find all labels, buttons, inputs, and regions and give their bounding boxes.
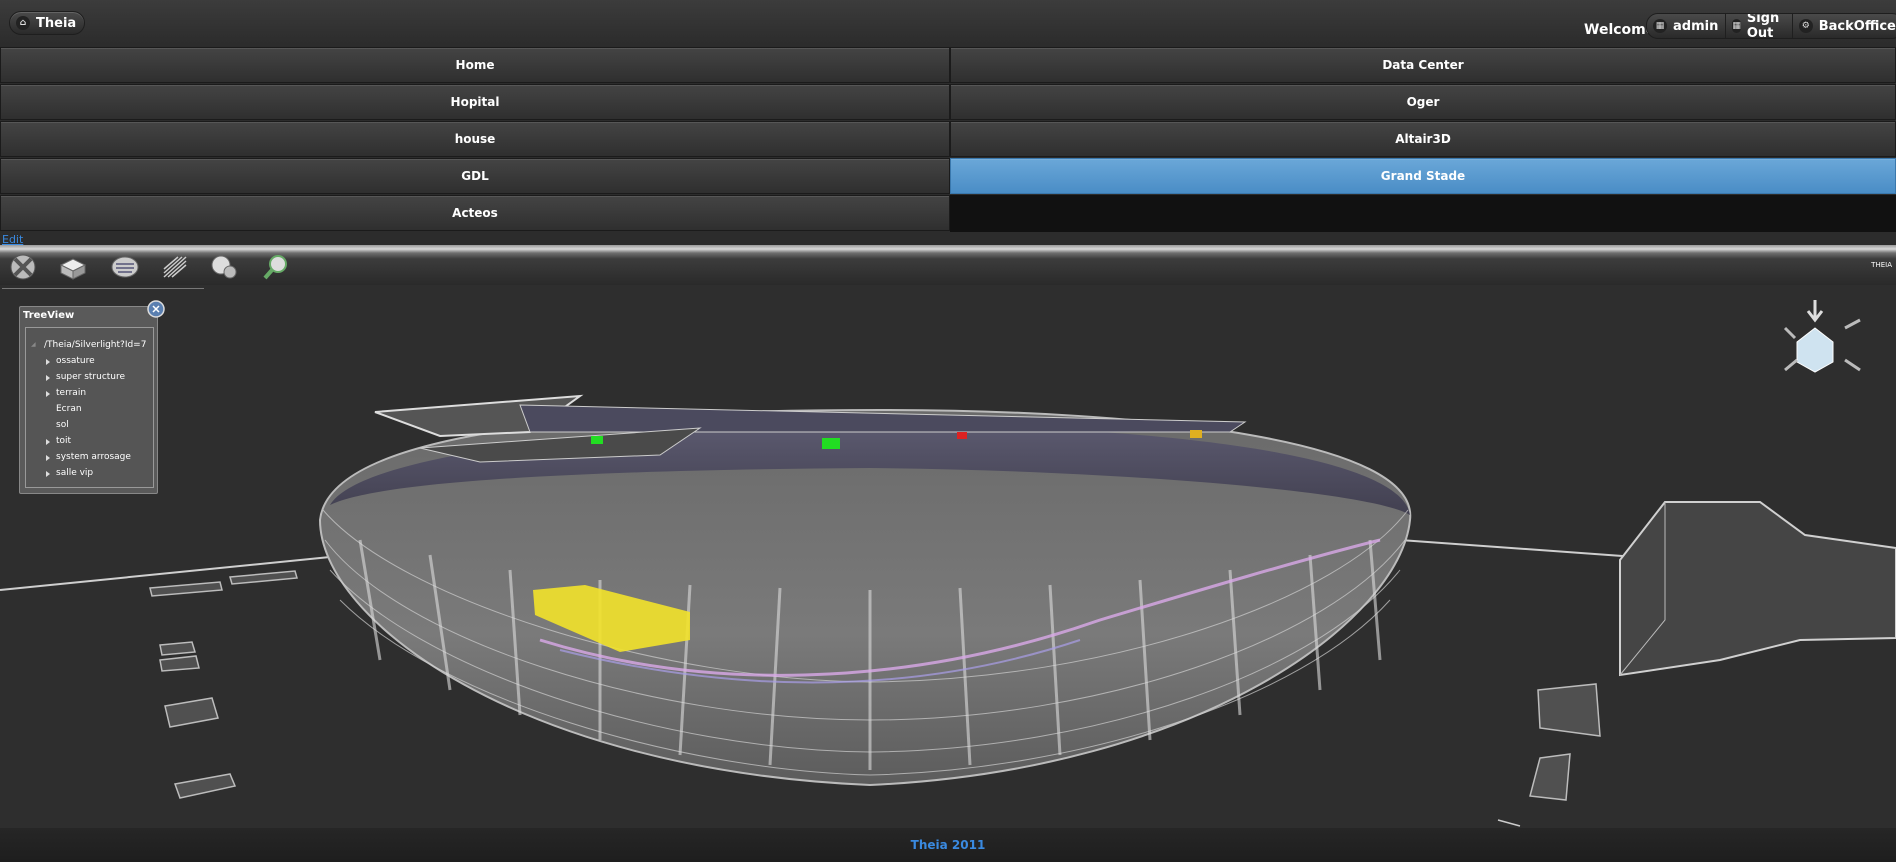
backoffice-button[interactable]: ⚙ BackOffice [1793,14,1896,38]
tree-item-sol[interactable]: sol [56,420,69,430]
tree-root[interactable]: /Theia/Silverlight?Id=7 [44,340,146,350]
tree-item-toit[interactable]: toit [56,436,71,446]
close-icon[interactable] [147,300,165,318]
treeview-panel: TreeView ◢ /Theia/Silverlight?Id=7 ossat… [19,306,158,494]
grid-icon: ▦ [1653,19,1667,33]
tree-item-terrain[interactable]: terrain [56,388,86,398]
navigation-cube-icon [1783,300,1861,373]
toolbar-right-label: THEIA [1871,261,1892,269]
home-button[interactable]: ⌂ Theia [9,11,86,35]
expand-icon[interactable] [46,455,50,461]
globe-icon[interactable] [209,253,239,281]
cube-icon[interactable] [57,253,87,281]
viewer-toolbar: THEIA [0,245,1896,285]
tree-item-ecran[interactable]: Ecran [56,404,82,414]
expand-icon[interactable] [46,471,50,477]
tree-item-super-structure[interactable]: super structure [56,372,125,382]
nav-item-altair3d[interactable]: Altair3D [950,121,1896,157]
expand-icon[interactable] [46,375,50,381]
nav-item-home[interactable]: Home [0,47,950,83]
signout-label: Sign Out [1746,13,1780,39]
user-label: admin [1673,18,1719,34]
user-button-group: ▦ admin ▦ Sign Out ⚙ BackOffice [1646,13,1896,39]
gear-icon: ⚙ [1798,19,1813,33]
nav-item-data-center[interactable]: Data Center [950,47,1896,83]
expand-icon[interactable] [46,359,50,365]
expand-icon[interactable] [46,391,50,397]
layers-icon[interactable] [110,253,140,281]
nav-item-house[interactable]: house [0,121,950,157]
nav-empty-cell [950,195,1896,232]
top-bar: ⌂ Theia Welcome, ▦ admin ▦ Sign Out ⚙ Ba… [0,0,1896,47]
3d-viewport[interactable] [0,285,1896,828]
nav-item-grand-stade[interactable]: Grand Stade [950,158,1896,194]
tree-item-ossature[interactable]: ossature [56,356,95,366]
home-button-label: Theia [36,15,77,31]
backoffice-label: BackOffice [1818,18,1896,34]
footer: Theia 2011 [0,828,1896,862]
treeview-list: ◢ /Theia/Silverlight?Id=7 ossature super… [25,327,154,488]
treeview-title: TreeView [23,310,75,321]
project-nav: Home Data Center Hopital Oger house Alta… [0,47,1896,232]
user-button[interactable]: ▦ admin [1647,14,1727,38]
footer-text: Theia 2011 [910,838,986,852]
grid-icon[interactable] [160,253,190,281]
stadium-model [0,300,1896,827]
tools-icon[interactable] [8,253,38,281]
home-icon: ⌂ [16,16,30,30]
grid-icon: ▦ [1732,19,1741,33]
signout-button[interactable]: ▦ Sign Out [1726,13,1793,39]
nav-item-oger[interactable]: Oger [950,84,1896,120]
nav-item-acteos[interactable]: Acteos [0,195,950,231]
search-icon[interactable] [261,253,291,281]
collapse-icon[interactable]: ◢ [31,341,36,348]
toolbar-divider [2,288,204,289]
tree-item-system-arrosage[interactable]: system arrosage [56,452,131,462]
expand-icon[interactable] [46,439,50,445]
nav-item-gdl[interactable]: GDL [0,158,950,194]
tree-item-salle-vip[interactable]: salle vip [56,468,93,478]
nav-item-hopital[interactable]: Hopital [0,84,950,120]
